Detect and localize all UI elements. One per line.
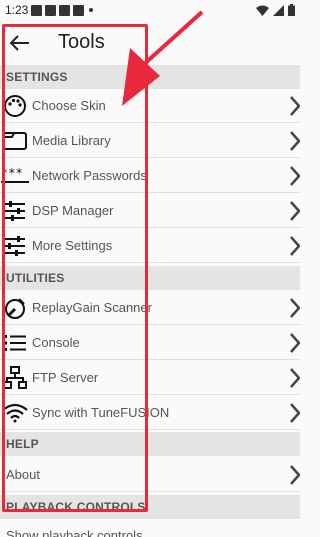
utilities-item-replaygain-scanner[interactable]: ReplayGain Scanner bbox=[0, 291, 300, 325]
chevron-right-icon bbox=[290, 236, 300, 256]
back-button[interactable] bbox=[0, 20, 40, 65]
utilities-item-console[interactable]: Console bbox=[0, 326, 300, 360]
utilities-item-label: Sync with TuneFUSION bbox=[32, 405, 170, 420]
sliders-icon bbox=[0, 231, 30, 261]
settings-item-choose-skin[interactable]: Choose Skin bbox=[0, 89, 300, 123]
svg-text:***: *** bbox=[1, 168, 23, 180]
playback-item-label: Show playback controls bbox=[6, 528, 143, 537]
wifi-status-icon bbox=[256, 5, 269, 16]
settings-item-label: Media Library bbox=[32, 133, 111, 148]
chevron-right-icon bbox=[290, 368, 300, 388]
status-time: 1:23 bbox=[5, 3, 29, 17]
wifi-icon bbox=[0, 398, 30, 428]
chevron-right-icon bbox=[290, 166, 300, 186]
chevron-right-icon bbox=[290, 131, 300, 151]
utilities-item-label: Console bbox=[32, 335, 80, 350]
settings-item-label: DSP Manager bbox=[32, 203, 114, 218]
battery-icon bbox=[288, 4, 295, 16]
chevron-right-icon bbox=[290, 298, 300, 318]
settings-item-dsp-manager[interactable]: DSP Manager bbox=[0, 194, 300, 228]
section-playback-controls: PLAYBACK CONTROLS bbox=[0, 495, 300, 519]
settings-item-label: More Settings bbox=[32, 238, 113, 253]
help-item-label: About bbox=[6, 467, 40, 482]
chevron-right-icon bbox=[290, 465, 300, 485]
chevron-right-icon bbox=[290, 333, 300, 353]
equalizer-icon bbox=[0, 196, 30, 226]
page-title: Tools bbox=[58, 31, 105, 53]
utilities-item-ftp-server[interactable]: FTP Server bbox=[0, 361, 300, 395]
more-notifications-icon bbox=[89, 8, 94, 12]
settings-item-network-passwords[interactable]: *** Network Passwords bbox=[0, 159, 300, 193]
section-utilities: UTILITIES bbox=[0, 266, 300, 290]
status-bar: 1:23 bbox=[0, 0, 300, 20]
utilities-item-label: ReplayGain Scanner bbox=[32, 300, 152, 315]
app-bar: Tools bbox=[0, 20, 300, 65]
settings-item-more-settings[interactable]: More Settings bbox=[0, 229, 300, 263]
palette-icon bbox=[0, 91, 30, 121]
notification-icon bbox=[45, 4, 57, 16]
password-icon: *** bbox=[0, 161, 30, 191]
folder-icon bbox=[0, 126, 30, 156]
help-item-about[interactable]: About bbox=[0, 458, 300, 492]
section-help: HELP bbox=[0, 432, 300, 456]
notification-icon bbox=[31, 4, 43, 16]
utilities-item-sync-tunefusion[interactable]: Sync with TuneFUSION bbox=[0, 396, 300, 430]
settings-item-media-library[interactable]: Media Library bbox=[0, 124, 300, 158]
notification-icon bbox=[59, 4, 71, 16]
settings-item-label: Choose Skin bbox=[32, 98, 106, 113]
playback-item-show-controls[interactable]: Show playback controls bbox=[0, 522, 300, 537]
chevron-right-icon bbox=[290, 201, 300, 221]
status-right bbox=[256, 4, 295, 16]
chevron-right-icon bbox=[290, 403, 300, 423]
chevron-right-icon bbox=[290, 96, 300, 116]
section-settings: SETTINGS bbox=[0, 65, 300, 89]
utilities-item-label: FTP Server bbox=[32, 370, 99, 385]
gauge-icon bbox=[0, 293, 30, 323]
status-left: 1:23 bbox=[5, 3, 94, 17]
settings-item-label: Network Passwords bbox=[32, 168, 147, 183]
back-arrow-icon bbox=[10, 34, 29, 51]
list-icon bbox=[0, 328, 30, 358]
network-icon bbox=[0, 363, 30, 393]
signal-icon bbox=[273, 4, 284, 16]
notification-icon bbox=[73, 4, 85, 16]
